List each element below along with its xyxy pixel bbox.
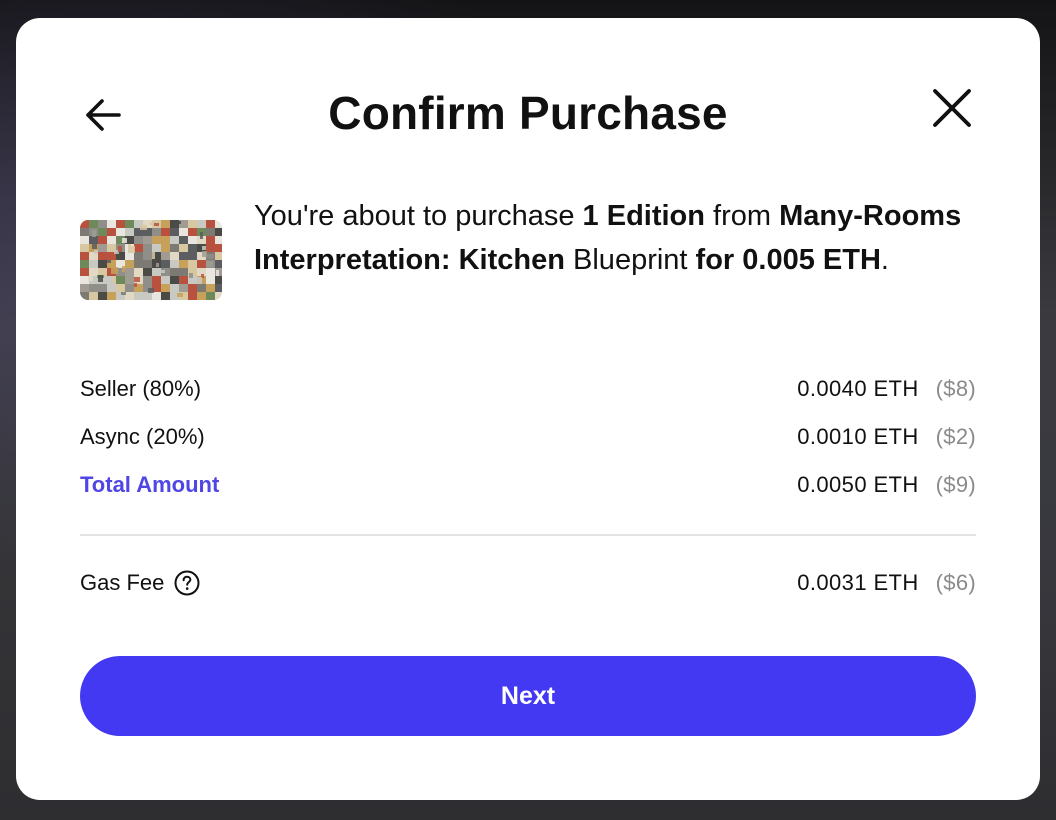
desc-quantity: 1 Edition [582, 200, 705, 232]
total-usd: ($9) [935, 472, 976, 497]
purchase-description: You're about to purchase 1 Edition from … [254, 194, 984, 282]
gas-fee-label-group: Gas Fee [80, 570, 200, 596]
breakdown-amount: 0.0050 ETH ($9) [797, 472, 976, 498]
breakdown-row-async: Async (20%) 0.0010 ETH ($2) [80, 422, 976, 452]
breakdown-usd: ($8) [935, 376, 976, 401]
artwork-thumbnail [80, 220, 222, 300]
total-eth: 0.0050 ETH [797, 472, 919, 497]
desc-artwork-type: Blueprint [564, 244, 696, 276]
gas-fee-row: Gas Fee 0.0031 ETH ($6) [80, 568, 976, 598]
breakdown-row-seller: Seller (80%) 0.0040 ETH ($8) [80, 374, 976, 404]
question-circle-icon[interactable] [174, 570, 200, 596]
breakdown-amount: 0.0040 ETH ($8) [797, 376, 976, 402]
breakdown-eth: 0.0040 ETH [797, 376, 919, 401]
next-button[interactable]: Next [80, 656, 976, 736]
desc-end: . [880, 244, 889, 276]
breakdown-label: Async (20%) [80, 424, 205, 449]
gas-fee-eth: 0.0031 ETH [797, 570, 919, 595]
desc-price: 0.005 ETH [742, 244, 881, 276]
close-button[interactable] [926, 82, 978, 134]
breakdown-eth: 0.0010 ETH [797, 424, 919, 449]
close-icon [933, 89, 971, 127]
confirm-purchase-modal: Confirm Purchase You're about to purchas… [16, 18, 1040, 800]
desc-for: for [695, 244, 735, 276]
total-amount-label: Total Amount [80, 472, 220, 497]
gas-fee-usd: ($6) [935, 570, 976, 595]
breakdown-amount: 0.0010 ETH ($2) [797, 424, 976, 450]
gas-fee-amount: 0.0031 ETH ($6) [797, 570, 976, 596]
desc-intro: You're about to purchase [254, 200, 583, 232]
breakdown-label: Seller (80%) [80, 376, 202, 401]
breakdown-usd: ($2) [935, 424, 976, 449]
modal-title: Confirm Purchase [328, 87, 728, 139]
desc-from: from [705, 200, 780, 232]
breakdown-row-total: Total Amount 0.0050 ETH ($9) [80, 470, 976, 500]
gas-fee-label: Gas Fee [80, 570, 165, 595]
divider [80, 534, 976, 536]
